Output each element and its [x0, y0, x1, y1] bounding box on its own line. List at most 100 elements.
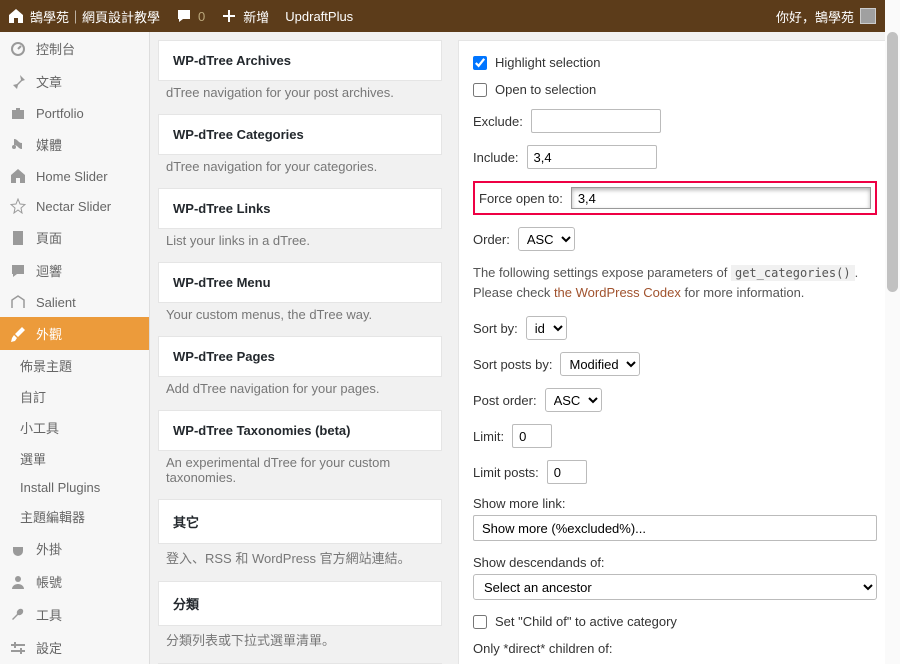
sidebar-item-tools[interactable]: 工具	[0, 598, 149, 631]
user-icon	[10, 574, 26, 590]
widget-title[interactable]: WP-dTree Pages	[159, 337, 441, 376]
post-order-select[interactable]: ASC	[545, 388, 602, 412]
submenu-customize[interactable]: 自訂	[0, 381, 149, 412]
sidebar-item-salient[interactable]: Salient	[0, 287, 149, 317]
sidebar-item-comments[interactable]: 迴響	[0, 254, 149, 287]
order-select[interactable]: ASC	[518, 227, 575, 251]
settings-icon	[10, 640, 26, 656]
code-snippet: get_categories()	[731, 265, 855, 281]
open-to-selection-label: Open to selection	[495, 82, 596, 97]
available-widgets: WP-dTree Archives dTree navigation for yo…	[150, 32, 450, 664]
submenu-themes[interactable]: 佈景主題	[0, 350, 149, 381]
widget-description: 分類列表或下拉式選單清單。	[158, 630, 442, 663]
sidebar-item-pages[interactable]: 頁面	[0, 221, 149, 254]
updraftplus-link[interactable]: UpdraftPlus	[285, 9, 353, 24]
limit-posts-input[interactable]	[547, 460, 587, 484]
sort-by-select[interactable]: id	[526, 316, 567, 340]
highlight-selection-label: Highlight selection	[495, 55, 601, 70]
post-order-label: Post order:	[473, 393, 537, 408]
sort-posts-select[interactable]: Modified	[560, 352, 640, 376]
descendants-select[interactable]: Select an ancestor	[473, 574, 877, 600]
submenu-install-plugins[interactable]: Install Plugins	[0, 474, 149, 501]
widget-settings-panel: Highlight selection Open to selection Ex…	[450, 32, 900, 664]
portfolio-icon	[10, 105, 26, 121]
media-icon	[10, 137, 26, 153]
open-to-selection-checkbox[interactable]	[473, 83, 487, 97]
tools-icon	[10, 607, 26, 623]
dashboard-icon	[10, 41, 26, 57]
scrollbar-thumb[interactable]	[887, 32, 898, 292]
descendants-label: Show descendands of:	[473, 555, 877, 570]
codex-link[interactable]: the WordPress Codex	[554, 285, 681, 300]
sidebar-item-appearance[interactable]: 外觀	[0, 317, 149, 350]
comment-count: 0	[198, 9, 205, 24]
force-open-highlight: Force open to:	[473, 181, 877, 215]
pin-icon	[10, 74, 26, 90]
widget-description: List your links in a dTree.	[158, 233, 442, 262]
home-icon	[8, 8, 24, 24]
force-open-label: Force open to:	[479, 191, 563, 206]
add-new-link[interactable]: 新增	[221, 7, 269, 26]
widget-description: dTree navigation for your post archives.	[158, 85, 442, 114]
home-icon	[10, 168, 26, 184]
widget-title[interactable]: WP-dTree Links	[159, 189, 441, 228]
widget-description: dTree navigation for your categories.	[158, 159, 442, 188]
sidebar-item-users[interactable]: 帳號	[0, 565, 149, 598]
show-more-input[interactable]	[473, 515, 877, 541]
admin-toolbar: 鵠學苑｜網頁設計教學 0 新增 UpdraftPlus 你好，鵠學苑	[0, 0, 900, 32]
sidebar-item-home-slider[interactable]: Home Slider	[0, 161, 149, 191]
limit-posts-label: Limit posts:	[473, 465, 539, 480]
sort-by-label: Sort by:	[473, 321, 518, 336]
exclude-label: Exclude:	[473, 114, 523, 129]
site-home-link[interactable]: 鵠學苑｜網頁設計教學	[8, 7, 160, 26]
site-title: 鵠學苑｜網頁設計教學	[30, 7, 160, 26]
sidebar-item-posts[interactable]: 文章	[0, 65, 149, 98]
limit-label: Limit:	[473, 429, 504, 444]
add-new-label: 新增	[243, 7, 269, 26]
admin-sidebar: 控制台 文章 Portfolio 媒體 Home Slider Nectar S…	[0, 32, 150, 664]
direct-children-label: Only *direct* children of:	[473, 641, 877, 656]
submenu-menus[interactable]: 選單	[0, 443, 149, 474]
widget-title[interactable]: 分類	[159, 582, 441, 625]
widget-title[interactable]: WP-dTree Archives	[159, 41, 441, 80]
plugin-icon	[10, 541, 26, 557]
sidebar-item-media[interactable]: 媒體	[0, 128, 149, 161]
comment-icon	[10, 263, 26, 279]
sidebar-item-settings[interactable]: 設定	[0, 631, 149, 664]
brush-icon	[10, 326, 26, 342]
comments-link[interactable]: 0	[176, 8, 205, 24]
greeting: 你好，鵠學苑	[776, 7, 854, 26]
limit-input[interactable]	[512, 424, 552, 448]
widget-title[interactable]: WP-dTree Menu	[159, 263, 441, 302]
star-icon	[10, 198, 26, 214]
sidebar-item-plugins[interactable]: 外掛	[0, 532, 149, 565]
widget-title[interactable]: WP-dTree Taxonomies (beta)	[159, 411, 441, 450]
child-of-checkbox[interactable]	[473, 615, 487, 629]
widget-description: Add dTree navigation for your pages.	[158, 381, 442, 410]
show-more-label: Show more link:	[473, 496, 877, 511]
force-open-input[interactable]	[571, 187, 871, 209]
account-link[interactable]: 你好，鵠學苑	[776, 7, 876, 26]
include-input[interactable]	[527, 145, 657, 169]
sidebar-item-nectar-slider[interactable]: Nectar Slider	[0, 191, 149, 221]
exclude-input[interactable]	[531, 109, 661, 133]
submenu-widgets[interactable]: 小工具	[0, 412, 149, 443]
highlight-selection-checkbox[interactable]	[473, 56, 487, 70]
widget-title[interactable]: 其它	[159, 500, 441, 543]
avatar	[860, 8, 876, 24]
salient-icon	[10, 294, 26, 310]
order-label: Order:	[473, 232, 510, 247]
widget-description: 登入、RSS 和 WordPress 官方網站連結。	[158, 548, 442, 581]
comment-icon	[176, 8, 192, 24]
include-label: Include:	[473, 150, 519, 165]
sidebar-item-portfolio[interactable]: Portfolio	[0, 98, 149, 128]
settings-note: The following settings expose parameters…	[473, 263, 877, 302]
widget-description: Your custom menus, the dTree way.	[158, 307, 442, 336]
submenu-theme-editor[interactable]: 主題編輯器	[0, 501, 149, 532]
widget-description: An experimental dTree for your custom ta…	[158, 455, 442, 499]
page-icon	[10, 230, 26, 246]
child-of-label: Set "Child of" to active category	[495, 614, 677, 629]
sidebar-item-dashboard[interactable]: 控制台	[0, 32, 149, 65]
widget-title[interactable]: WP-dTree Categories	[159, 115, 441, 154]
plus-icon	[221, 8, 237, 24]
